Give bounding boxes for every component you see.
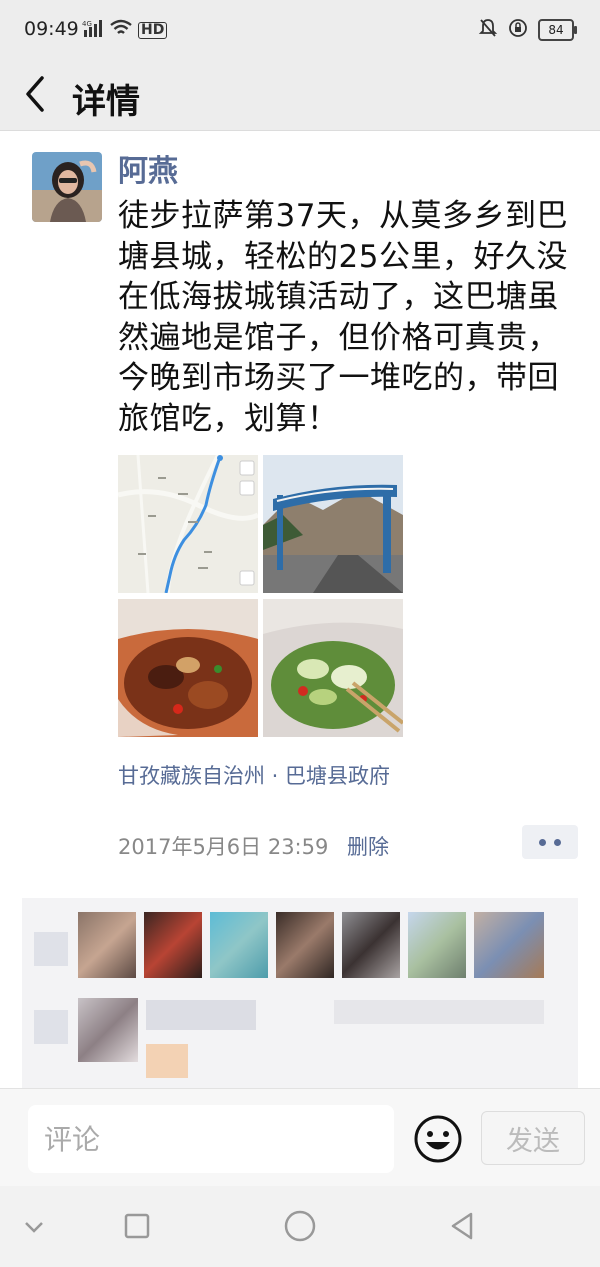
nav-recents-icon[interactable] (119, 1208, 155, 1244)
avatar[interactable] (276, 912, 334, 978)
dot-icon (539, 838, 546, 846)
comment-bar: 发送 (0, 1088, 600, 1187)
comment-emoji (146, 1044, 188, 1078)
nav-down-icon[interactable] (16, 1208, 52, 1244)
photo-gate[interactable] (263, 455, 403, 593)
rotation-lock-icon (508, 18, 528, 42)
signal-icon: 4G (82, 19, 104, 41)
avatar[interactable] (78, 998, 138, 1062)
status-right-icons: 84 (478, 18, 577, 42)
page-title: 详情 (72, 82, 140, 122)
send-button[interactable]: 发送 (481, 1111, 585, 1165)
more-options-button[interactable] (522, 825, 578, 859)
avatar[interactable] (32, 152, 102, 222)
post-location[interactable]: 甘孜藏族自治州 · 巴塘县政府 (118, 760, 390, 790)
photo-grid (118, 455, 404, 737)
system-nav-bar (0, 1186, 600, 1267)
delete-button[interactable]: 删除 (347, 831, 389, 861)
avatar[interactable] (474, 912, 544, 978)
avatar[interactable] (408, 912, 466, 978)
emoji-icon[interactable] (412, 1113, 464, 1165)
photo-food-meat[interactable] (118, 599, 258, 737)
like-icon (34, 932, 68, 966)
comment-input[interactable] (28, 1105, 394, 1173)
avatar[interactable] (210, 912, 268, 978)
back-arrow-icon[interactable] (20, 72, 52, 116)
comment-author[interactable] (146, 1000, 256, 1030)
status-left-icons: 4G HD (82, 19, 168, 41)
photo-map[interactable] (118, 455, 258, 593)
nav-home-icon[interactable] (282, 1208, 318, 1244)
post-timestamp: 2017年5月6日 23:59 (118, 835, 329, 859)
wifi-icon (110, 19, 132, 41)
photo-food-vegetables[interactable] (263, 599, 403, 737)
avatar[interactable] (144, 912, 202, 978)
likes-comments-panel (22, 898, 578, 1088)
title-bar: 详情 (0, 60, 600, 131)
post-text: 徒步拉萨第37天，从莫多乡到巴塘县城，轻松的25公里，好久没在低海拔城镇活动了，… (118, 198, 568, 437)
dot-icon (554, 838, 561, 846)
comment-icon (34, 1010, 68, 1044)
comment-text (334, 1000, 544, 1024)
status-bar: 09:49 4G HD 84 (0, 0, 600, 60)
nav-back-icon[interactable] (445, 1208, 481, 1244)
post-author[interactable]: 阿燕 (118, 146, 178, 190)
status-time: 09:49 (24, 18, 79, 40)
avatar[interactable] (342, 912, 400, 978)
network-type-label: 4G (82, 20, 92, 28)
avatar[interactable] (78, 912, 136, 978)
hd-badge: HD (138, 21, 168, 39)
mute-icon (478, 18, 498, 42)
battery-icon: 84 (538, 19, 577, 41)
